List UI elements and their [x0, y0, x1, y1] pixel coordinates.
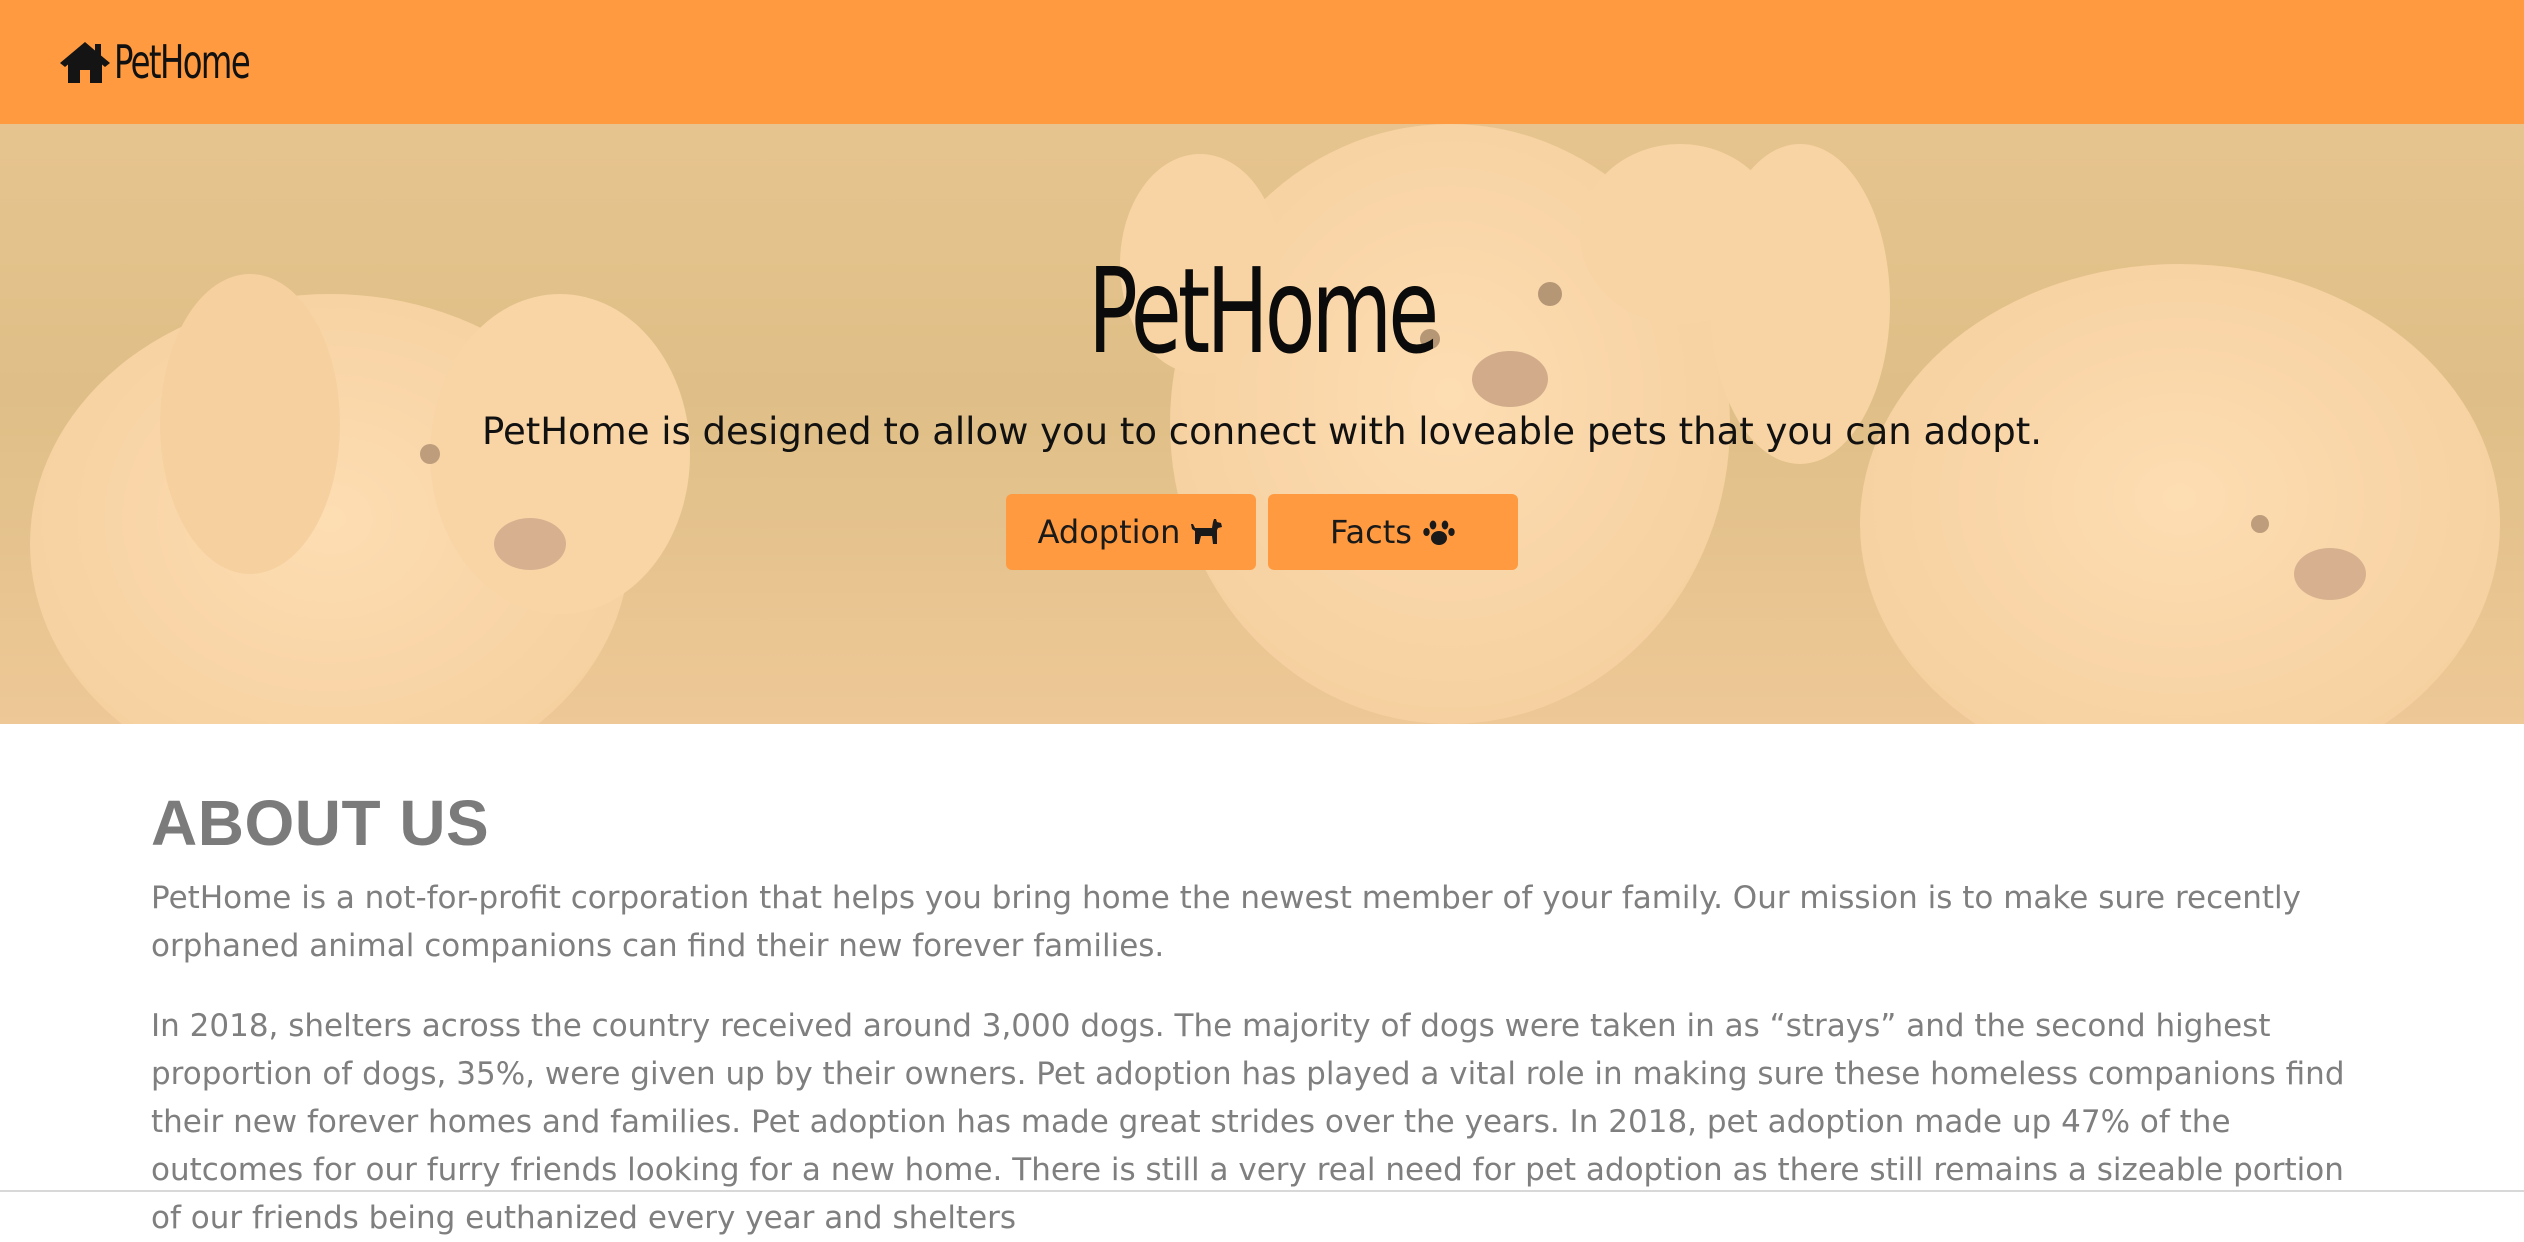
- hero-subtitle: PetHome is designed to allow you to conn…: [481, 410, 2043, 453]
- about-paragraph: In 2018, shelters across the country rec…: [151, 1008, 2345, 1237]
- about-paragraph: PetHome is a not-for-profit corporation …: [151, 880, 2301, 965]
- facts-button-label: Facts: [1330, 513, 1412, 551]
- paw-icon: [1422, 517, 1456, 547]
- hero-banner: PetHome PetHome is designed to allow you…: [0, 124, 2524, 724]
- about-heading: ABOUT US: [151, 787, 490, 859]
- brand-link[interactable]: PetHome: [58, 39, 287, 85]
- dog-icon: [1190, 517, 1224, 547]
- adoption-button-label: Adoption: [1037, 513, 1181, 551]
- about-section: ABOUT US PetHome is a not-for-profit cor…: [151, 788, 2373, 1242]
- hero-title: PetHome: [1088, 242, 1439, 380]
- facts-button[interactable]: Facts: [1268, 494, 1518, 570]
- hero-buttons: Adoption Facts: [0, 494, 2524, 570]
- hero-content: PetHome PetHome is designed to allow you…: [0, 124, 2524, 724]
- navbar: PetHome: [0, 0, 2524, 124]
- brand-name: PetHome: [114, 35, 251, 89]
- home-icon: [58, 39, 112, 85]
- adoption-button[interactable]: Adoption: [1006, 494, 1256, 570]
